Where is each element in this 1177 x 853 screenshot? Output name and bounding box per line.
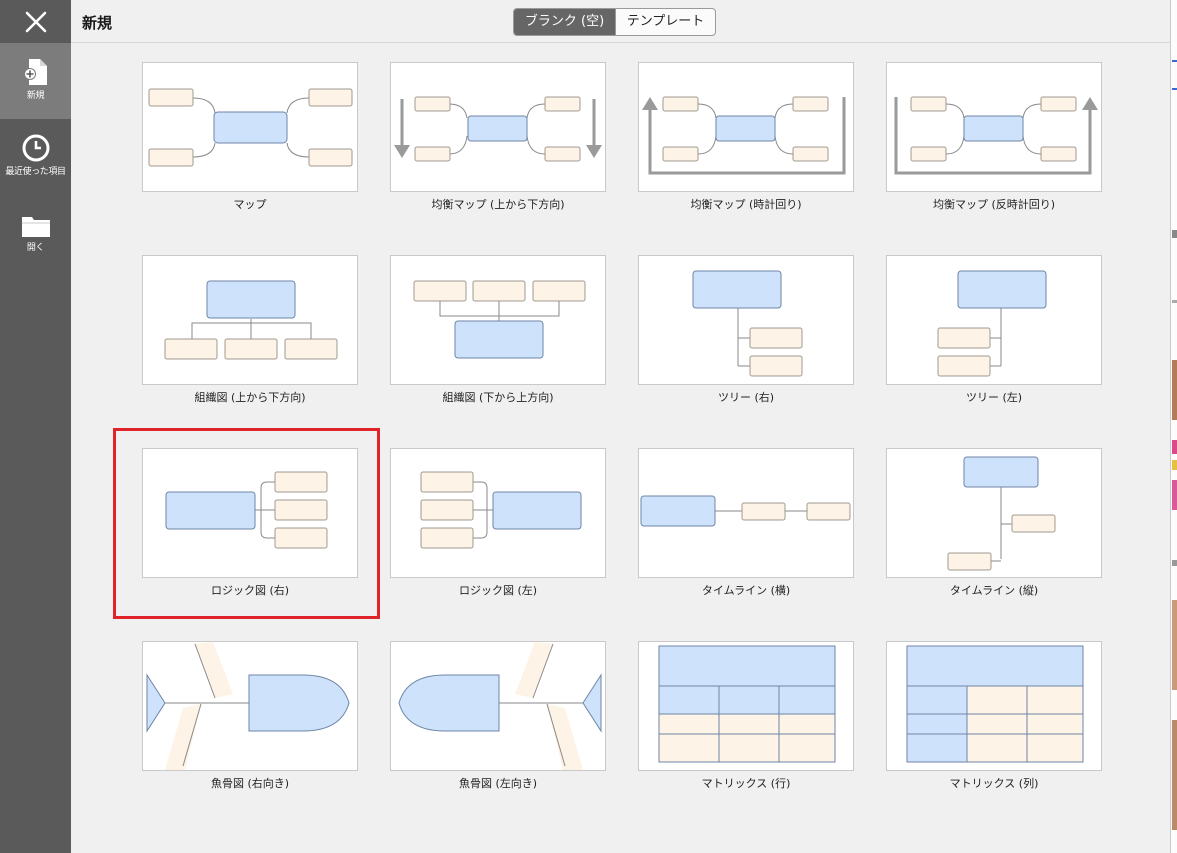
- template-thumbnail: [142, 255, 358, 385]
- sidebar: 新規 最近使った項目 開く: [0, 0, 71, 853]
- new-document-icon: [23, 59, 47, 85]
- template-map[interactable]: マップ: [142, 62, 358, 218]
- template-fishbone-left[interactable]: 魚骨図 (左向き): [390, 641, 606, 797]
- template-timeline-vertical[interactable]: タイムライン (縦): [886, 448, 1102, 604]
- template-fishbone-right[interactable]: 魚骨図 (右向き): [142, 641, 358, 797]
- template-logic-chart-right[interactable]: ロジック図 (右): [142, 448, 358, 604]
- template-thumbnail: [142, 448, 358, 578]
- template-grid: マップ 均衡マップ (上から下方向) 均衡マップ (時計回り) 均衡マップ (反…: [71, 44, 1170, 853]
- template-thumbnail: [390, 448, 606, 578]
- template-thumbnail: [390, 255, 606, 385]
- template-balanced-map-top-down[interactable]: 均衡マップ (上から下方向): [390, 62, 606, 218]
- template-thumbnail: [390, 641, 606, 771]
- template-thumbnail: [142, 641, 358, 771]
- template-caption: ロジック図 (左): [458, 584, 538, 597]
- sidebar-item-label: 最近使った項目: [5, 167, 66, 177]
- sidebar-item-open[interactable]: 開く: [0, 195, 71, 271]
- template-thumbnail: [886, 62, 1102, 192]
- app-window: 新規 最近使った項目 開く 新規 ブランク (空) テンプレート マップ 均衡マ…: [0, 0, 1177, 853]
- template-caption: ツリー (右): [717, 391, 775, 404]
- template-thumbnail: [886, 448, 1102, 578]
- close-button[interactable]: [0, 0, 71, 43]
- sidebar-item-label: 新規: [26, 91, 45, 101]
- header-bar: 新規 ブランク (空) テンプレート: [71, 0, 1170, 43]
- clock-icon: [22, 134, 49, 162]
- template-caption: ロジック図 (右): [210, 584, 290, 597]
- close-icon: [25, 11, 46, 32]
- template-thumbnail: [142, 62, 358, 192]
- template-tree-right[interactable]: ツリー (右): [638, 255, 854, 411]
- template-caption: タイムライン (横): [701, 584, 791, 597]
- template-thumbnail: [638, 641, 854, 771]
- template-logic-chart-left[interactable]: ロジック図 (左): [390, 448, 606, 604]
- template-thumbnail: [886, 255, 1102, 385]
- blank-tab[interactable]: ブランク (空): [514, 9, 615, 35]
- template-caption: マトリックス (行): [701, 777, 791, 790]
- template-thumbnail: [390, 62, 606, 192]
- template-caption: 均衡マップ (時計回り): [690, 198, 802, 211]
- template-balanced-map-counterclockwise[interactable]: 均衡マップ (反時計回り): [886, 62, 1102, 218]
- template-thumbnail: [638, 448, 854, 578]
- sidebar-item-label: 開く: [26, 243, 45, 253]
- sidebar-item-new[interactable]: 新規: [0, 43, 71, 119]
- template-caption: ツリー (左): [965, 391, 1023, 404]
- template-caption: タイムライン (縦): [949, 584, 1039, 597]
- template-org-chart-bottom-up[interactable]: 組織図 (下から上方向): [390, 255, 606, 411]
- template-timeline-horizontal[interactable]: タイムライン (横): [638, 448, 854, 604]
- template-org-chart-top-down[interactable]: 組織図 (上から下方向): [142, 255, 358, 411]
- template-matrix-rows[interactable]: マトリックス (行): [638, 641, 854, 797]
- page-title: 新規: [82, 14, 113, 32]
- template-caption: 魚骨図 (右向き): [210, 777, 290, 790]
- sidebar-item-recent[interactable]: 最近使った項目: [0, 119, 71, 195]
- mode-toggle: ブランク (空) テンプレート: [513, 8, 716, 36]
- template-matrix-columns[interactable]: マトリックス (列): [886, 641, 1102, 797]
- template-caption: 均衡マップ (反時計回り): [932, 198, 1056, 211]
- template-thumbnail: [638, 62, 854, 192]
- template-tab[interactable]: テンプレート: [615, 9, 715, 35]
- template-balanced-map-clockwise[interactable]: 均衡マップ (時計回り): [638, 62, 854, 218]
- template-thumbnail: [638, 255, 854, 385]
- template-caption: 組織図 (下から上方向): [442, 391, 554, 404]
- template-tree-left[interactable]: ツリー (左): [886, 255, 1102, 411]
- template-caption: マトリックス (列): [949, 777, 1039, 790]
- template-caption: 組織図 (上から下方向): [194, 391, 306, 404]
- folder-icon: [21, 217, 50, 237]
- template-caption: 均衡マップ (上から下方向): [431, 198, 565, 211]
- template-caption: 魚骨図 (左向き): [458, 777, 538, 790]
- template-caption: マップ: [233, 198, 267, 211]
- template-thumbnail: [886, 641, 1102, 771]
- background-window-edge: [1170, 0, 1177, 853]
